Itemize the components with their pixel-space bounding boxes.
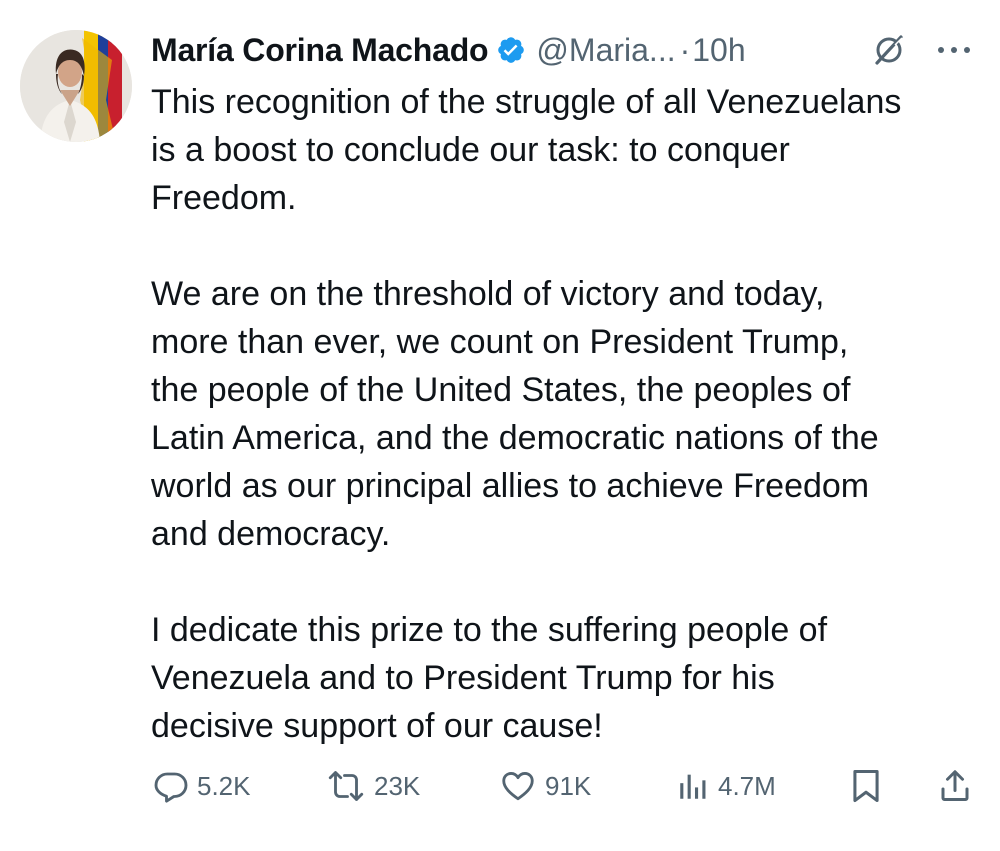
heart-icon [499, 768, 537, 804]
reply-count: 5.2K [197, 770, 251, 801]
bookmark-button[interactable] [850, 758, 882, 814]
avatar-image [20, 30, 132, 142]
repost-count: 23K [374, 770, 421, 801]
grok-icon[interactable] [871, 32, 907, 68]
action-bar: 5.2K 23K 91K 4.7M [0, 758, 1000, 814]
more-options-icon[interactable] [937, 45, 971, 55]
header-actions [871, 32, 971, 68]
views-count: 4.7M [718, 770, 776, 801]
tweet-paragraph-2: We are on the threshold of victory and t… [151, 275, 879, 553]
tweet-paragraph-1: This recognition of the struggle of all … [151, 83, 902, 217]
repost-button[interactable]: 23K [326, 758, 420, 814]
avatar[interactable] [20, 30, 132, 142]
verified-badge-icon[interactable] [496, 35, 526, 65]
tweet-paragraph-3: I dedicate this prize to the suffering p… [151, 611, 828, 745]
separator-dot: · [679, 31, 691, 68]
share-icon [937, 768, 973, 804]
tweet-text: This recognition of the struggle of all … [151, 78, 991, 750]
repost-icon [326, 768, 366, 804]
views-icon [676, 768, 710, 804]
tweet-header: María Corina Machado @Maria... · 10h [151, 22, 981, 78]
like-button[interactable]: 91K [499, 758, 591, 814]
reply-icon [153, 768, 189, 804]
author-handle[interactable]: @Maria... [536, 32, 675, 69]
share-button[interactable] [937, 758, 973, 814]
like-count: 91K [545, 770, 592, 801]
tweet-time[interactable]: 10h [692, 32, 745, 69]
author-name[interactable]: María Corina Machado [151, 32, 489, 69]
bookmark-icon [850, 768, 882, 804]
views-button[interactable]: 4.7M [676, 758, 776, 814]
reply-button[interactable]: 5.2K [153, 758, 251, 814]
